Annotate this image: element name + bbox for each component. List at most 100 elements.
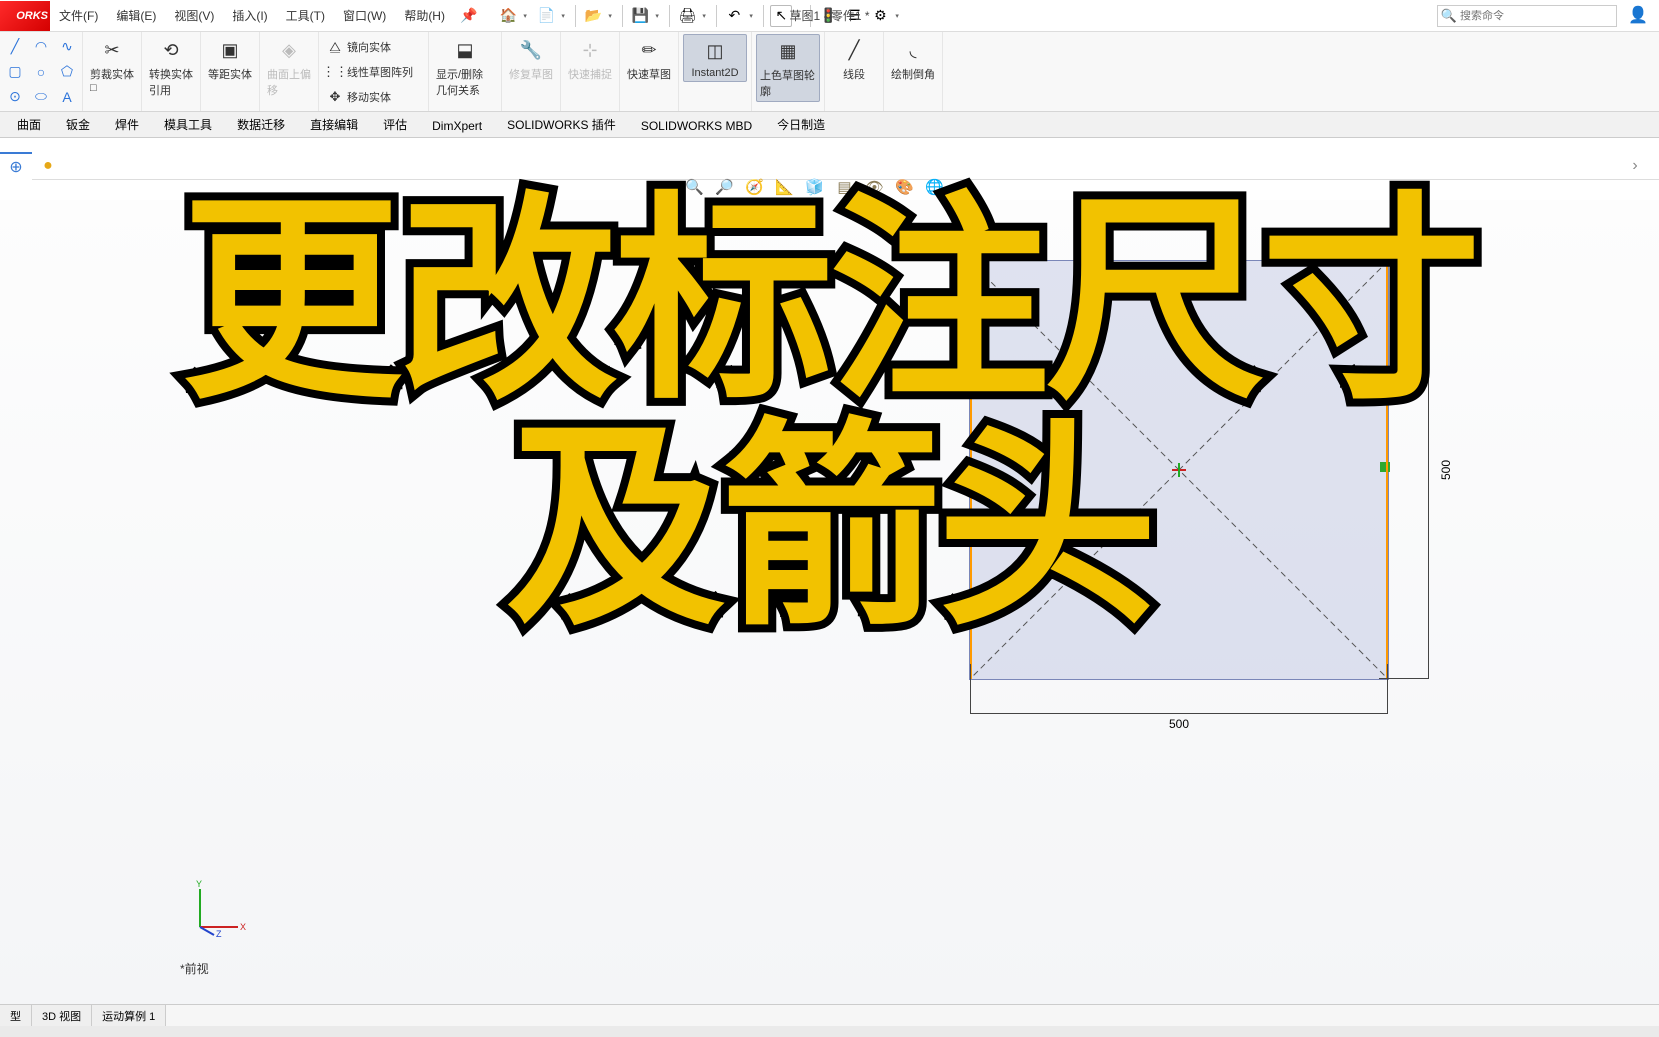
relation-marker[interactable]: [1380, 462, 1390, 472]
arc-tool-icon[interactable]: ◠: [30, 36, 52, 58]
offset-icon: ▣: [216, 36, 244, 64]
tab-sheetmetal[interactable]: 钣金: [53, 111, 103, 137]
separator: [575, 5, 576, 27]
bottom-tab-3dview[interactable]: 3D 视图: [32, 1005, 92, 1026]
document-title: 草图1 - 零件1 *: [789, 7, 869, 24]
snap-icon: ⊹: [576, 36, 604, 64]
spline-tool-icon[interactable]: ∿: [56, 36, 78, 58]
display-style-icon[interactable]: ▤: [834, 176, 856, 198]
dropdown-icon[interactable]: ▾: [749, 12, 757, 20]
dropdown-icon[interactable]: ▾: [608, 12, 616, 20]
quick-sketch-tool[interactable]: ✏快速草图: [624, 34, 674, 84]
tab-surface[interactable]: 曲面: [4, 111, 54, 137]
prev-view-icon[interactable]: 🧭: [744, 176, 766, 198]
show-relations-tool[interactable]: ⬓显示/删除几何关系: [433, 34, 497, 100]
menu-help[interactable]: 帮助(H): [395, 7, 454, 24]
tab-dimxpert[interactable]: DimXpert: [419, 114, 495, 137]
quick-snap-tool: ⊹快速捕捉: [565, 34, 615, 84]
view-orient-icon[interactable]: 🧊: [804, 176, 826, 198]
sketch-rectangle[interactable]: 500 500: [969, 260, 1389, 680]
section-icon[interactable]: 📐: [774, 176, 796, 198]
tab-directedit[interactable]: 直接编辑: [297, 111, 371, 137]
menu-window[interactable]: 窗口(W): [334, 7, 395, 24]
svg-text:Y: Y: [196, 879, 202, 889]
graphics-area[interactable]: 500 500 Y X Z *前视: [0, 200, 1659, 1007]
tab-mbd[interactable]: SOLIDWORKS MBD: [628, 114, 765, 137]
dropdown-icon[interactable]: ▾: [561, 12, 569, 20]
fillet-tool[interactable]: ◟绘制倒角: [888, 34, 938, 84]
expand-icon[interactable]: ›: [1619, 152, 1651, 180]
view-settings-icon[interactable]: 🖵: [954, 176, 976, 198]
line-segment-tool[interactable]: ╱线段: [829, 34, 879, 84]
dimension-horizontal[interactable]: 500: [970, 699, 1388, 739]
view-triad[interactable]: Y X Z: [190, 877, 250, 937]
menu-view[interactable]: 视图(V): [165, 7, 223, 24]
undo-icon[interactable]: ↶: [723, 5, 745, 27]
settings-icon[interactable]: ⚙: [869, 5, 891, 27]
pin-icon[interactable]: 📌: [460, 7, 477, 24]
motion-tabs: 型 3D 视图 运动算例 1: [0, 1004, 1659, 1026]
tab-mfg[interactable]: 今日制造: [764, 111, 838, 137]
print-icon[interactable]: 🖨: [676, 5, 698, 27]
dimension-vertical[interactable]: 500: [1414, 261, 1454, 679]
new-icon[interactable]: 📄: [535, 5, 557, 27]
trim-icon: ✂: [98, 36, 126, 64]
status-bar: [0, 1026, 1659, 1037]
polygon-tool-icon[interactable]: ⬠: [56, 61, 78, 83]
offset-tool[interactable]: ▣等距实体: [205, 34, 255, 84]
shade-sketch-tool[interactable]: ▦上色草图轮廓: [756, 34, 820, 102]
dim-value-v[interactable]: 500: [1439, 460, 1453, 480]
dim-value-h[interactable]: 500: [1169, 717, 1189, 731]
bottom-tab-motion[interactable]: 运动算例 1: [92, 1005, 166, 1026]
dropdown-icon[interactable]: ▾: [655, 12, 663, 20]
menu-tools[interactable]: 工具(T): [277, 7, 334, 24]
tab-evaluate[interactable]: 评估: [370, 111, 420, 137]
dropdown-icon[interactable]: ▾: [523, 12, 531, 20]
tab-data[interactable]: 数据迁移: [224, 111, 298, 137]
zoom-area-icon[interactable]: 🔎: [714, 176, 736, 198]
tab-mold[interactable]: 模具工具: [151, 111, 225, 137]
bottom-tab-model[interactable]: 型: [0, 1005, 32, 1026]
scene-icon[interactable]: 🌐: [924, 176, 946, 198]
zoom-fit-icon[interactable]: 🔍: [684, 176, 706, 198]
dropdown-icon[interactable]: ▾: [702, 12, 710, 20]
origin-icon: [1172, 463, 1186, 477]
text-tool-icon[interactable]: A: [56, 86, 78, 108]
instant2d-tool[interactable]: ◫Instant2D: [683, 34, 747, 82]
mirror-tool[interactable]: ⧋镜向实体: [323, 37, 424, 57]
home-icon[interactable]: 🏠: [497, 5, 519, 27]
surface-offset-tool: ◈曲面上偏移: [264, 34, 314, 100]
menu-file[interactable]: 文件(F): [50, 7, 107, 24]
pattern-tool[interactable]: ⋮⋮线性草图阵列: [323, 62, 424, 82]
search-box[interactable]: 🔍: [1437, 5, 1617, 27]
edge-left[interactable]: [970, 261, 972, 679]
tab-weldments[interactable]: 焊件: [102, 111, 152, 137]
move-icon: ✥: [327, 89, 343, 105]
move-tool[interactable]: ✥移动实体: [323, 87, 424, 107]
dropdown-icon[interactable]: ▾: [895, 12, 903, 20]
mirror-icon: ⧋: [327, 39, 343, 55]
circle-tool-icon[interactable]: ○: [30, 61, 52, 83]
user-icon[interactable]: 👤: [1627, 5, 1649, 27]
ellipse-tool-icon[interactable]: ⊙: [4, 86, 26, 108]
relations-icon: ⬓: [451, 36, 479, 64]
save-icon[interactable]: 💾: [629, 5, 651, 27]
line-tool-icon[interactable]: ╱: [4, 36, 26, 58]
open-icon[interactable]: 📂: [582, 5, 604, 27]
appearance-icon[interactable]: 🎨: [894, 176, 916, 198]
search-icon: 🔍: [1438, 8, 1460, 24]
segment-icon: ╱: [840, 36, 868, 64]
trim-tool[interactable]: ✂剪裁实体□: [87, 34, 137, 96]
slot-tool-icon[interactable]: ⬭: [30, 86, 52, 108]
appearances-tab-icon[interactable]: ●: [32, 152, 64, 180]
feature-tree-tab-icon[interactable]: ⊕: [0, 152, 32, 180]
edge-right[interactable]: [1386, 261, 1388, 679]
hide-show-icon[interactable]: 👁: [864, 176, 886, 198]
rect-tool-icon[interactable]: ▢: [4, 61, 26, 83]
menu-edit[interactable]: 编辑(E): [107, 7, 165, 24]
convert-tool[interactable]: ⟲转换实体引用: [146, 34, 196, 100]
dim-line: [1428, 261, 1429, 679]
tab-addins[interactable]: SOLIDWORKS 插件: [494, 111, 629, 137]
menu-insert[interactable]: 插入(I): [223, 7, 276, 24]
search-input[interactable]: [1460, 10, 1616, 22]
